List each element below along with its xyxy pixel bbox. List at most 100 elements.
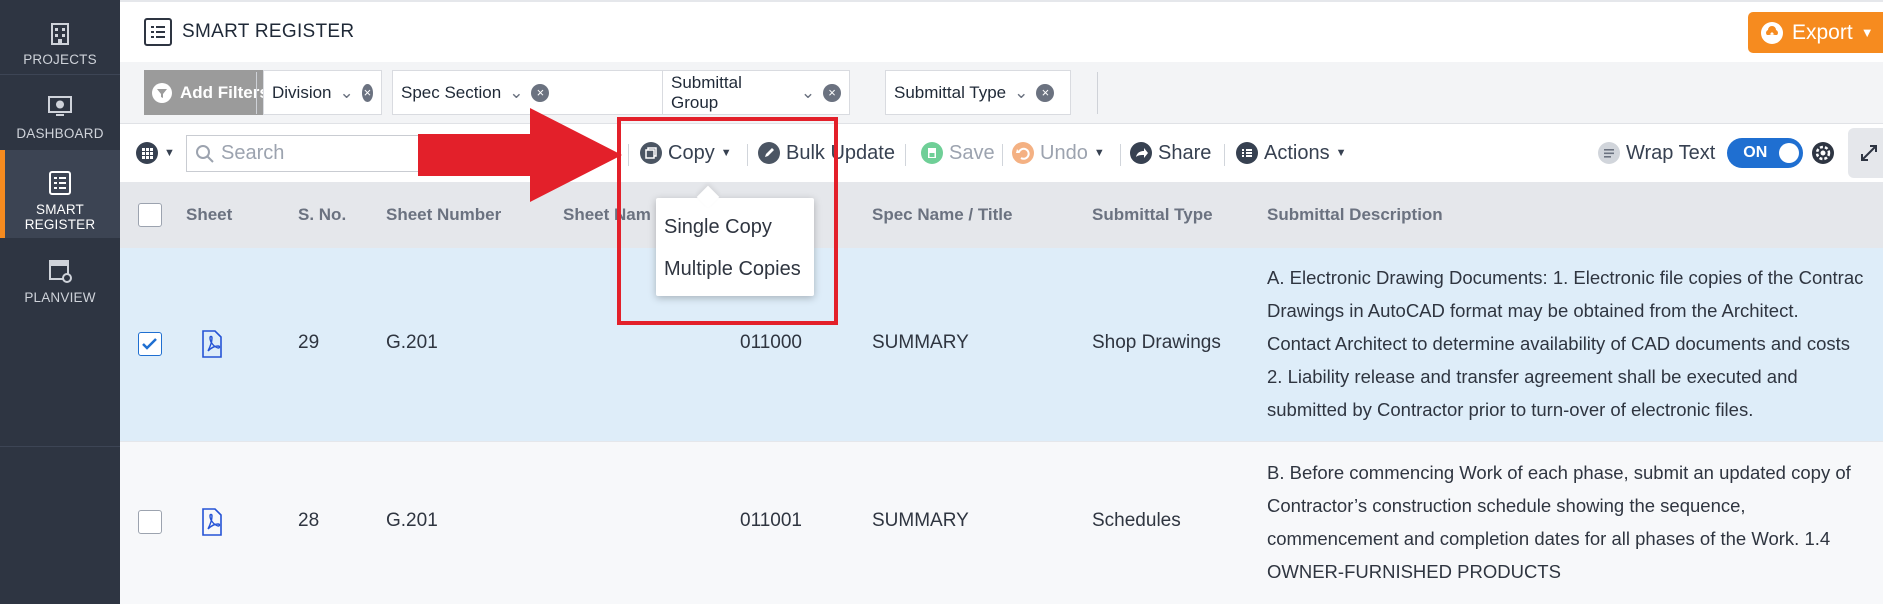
sidebar: PROJECTS DASHBOARD SMART REGISTER PLANVI…	[0, 0, 120, 604]
cell-sno: 28	[298, 510, 320, 531]
divider	[1097, 72, 1098, 114]
cell-submittal-description: A. Electronic Drawing Documents: 1. Elec…	[1267, 267, 1864, 420]
clear-filter-icon[interactable]: ×	[361, 83, 373, 102]
cell-submittal-type: Schedules	[1092, 510, 1181, 531]
filter-chip-label: Submittal Group	[671, 72, 742, 112]
wrap-text-label: Wrap Text	[1626, 141, 1716, 164]
sidebar-item-dashboard[interactable]: DASHBOARD	[0, 74, 120, 162]
save-button[interactable]: Save	[921, 124, 995, 182]
sidebar-divider	[0, 446, 120, 447]
undo-label: Undo	[1040, 141, 1088, 164]
chevron-down-icon: ⌄	[1014, 82, 1029, 102]
export-button[interactable]: Export ▼	[1748, 12, 1883, 53]
row-checkbox[interactable]	[138, 510, 162, 534]
clear-filter-icon[interactable]: ×	[531, 83, 550, 102]
divider	[1224, 144, 1225, 166]
search-input[interactable]: Search	[186, 135, 424, 172]
app-root: PROJECTS DASHBOARD SMART REGISTER PLANVI…	[0, 0, 1883, 604]
table-header: Sheet S. No. Sheet Number Sheet Nam Spec…	[120, 182, 1883, 248]
filter-chip-submittal-type[interactable]: Submittal Type ⌄ ×	[885, 70, 1071, 115]
plan-layers-icon	[49, 260, 72, 283]
filter-bar: Add Filters ⌄ Division ⌄ × Spec Section …	[120, 62, 1883, 124]
page-title: SMART REGISTER	[182, 21, 355, 42]
table-row[interactable]: 28 G.201 011001 SUMMARY Schedules B. Bef…	[120, 441, 1883, 604]
filter-chip-submittal-group[interactable]: Submittal Group ⌄ ×	[662, 70, 850, 115]
cell-sheet-number: G.201	[386, 332, 438, 353]
column-header-submittal-description[interactable]: Submittal Description	[1267, 182, 1443, 248]
divider	[1002, 144, 1003, 166]
toolbar: ▼ Search te Copy ▼ Bulk Update Save	[120, 124, 1883, 182]
actions-dropdown-button[interactable]: Actions ▼	[1236, 124, 1346, 182]
divider	[905, 144, 906, 166]
table-row[interactable]: 29 G.201 011000 SUMMARY Shop Drawings A.…	[120, 248, 1883, 441]
undo-icon	[1012, 142, 1034, 164]
cell-spec-name: SUMMARY	[872, 332, 969, 353]
monitor-chart-icon	[48, 96, 72, 116]
register-title-icon	[144, 18, 172, 46]
chevron-down-icon: ⌄	[509, 82, 524, 102]
list-register-icon	[49, 171, 71, 195]
search-icon	[196, 144, 214, 163]
wrap-text-icon	[1598, 142, 1620, 164]
cell-spec-section: 011000	[740, 332, 802, 353]
filter-chip-label: Division	[272, 82, 332, 102]
column-header-submittal-type[interactable]: Submittal Type	[1092, 182, 1213, 248]
filter-chip-division[interactable]: Division ⌄ ×	[263, 70, 382, 115]
share-icon	[1130, 142, 1152, 164]
divider	[256, 72, 257, 114]
save-label: Save	[949, 141, 995, 164]
chevron-down-icon: ⌄	[339, 82, 354, 102]
toggle-state-label: ON	[1743, 144, 1768, 161]
export-label: Export	[1792, 20, 1853, 44]
cell-spec-section: 011001	[740, 510, 802, 531]
header-bar: SMART REGISTER Export ▼	[120, 0, 1883, 62]
filter-chip-label: Submittal Type	[894, 82, 1007, 102]
caret-down-icon: ▼	[164, 147, 175, 159]
column-header-sheet[interactable]: Sheet	[186, 182, 232, 248]
undo-button[interactable]: Undo ▼	[1012, 124, 1105, 182]
building-icon	[51, 23, 69, 45]
sidebar-item-planview[interactable]: PLANVIEW	[0, 238, 120, 326]
cloud-upload-icon	[1761, 21, 1783, 44]
expand-button[interactable]	[1848, 128, 1883, 178]
pdf-icon[interactable]	[200, 330, 224, 358]
red-arrow-annotation	[418, 108, 622, 202]
cell-sno: 29	[298, 332, 320, 353]
share-label: Share	[1158, 141, 1212, 164]
caret-down-icon: ▼	[1093, 147, 1105, 159]
column-grid-menu[interactable]: ▼	[136, 124, 175, 182]
actions-label: Actions	[1264, 141, 1330, 164]
wrap-text-control: Wrap Text ON	[1598, 124, 1835, 182]
caret-down-icon: ▼	[1335, 147, 1347, 159]
sidebar-item-label: DASHBOARD	[16, 126, 104, 141]
divider	[1120, 144, 1121, 166]
sidebar-item-label: SMART REGISTER	[24, 202, 96, 232]
chevron-down-icon: ⌄	[800, 82, 816, 102]
column-header-sno[interactable]: S. No.	[298, 182, 346, 248]
wrap-text-toggle[interactable]: ON	[1727, 138, 1804, 168]
sidebar-item-label: PROJECTS	[23, 52, 97, 67]
gear-icon[interactable]	[1811, 141, 1835, 165]
expand-icon	[1861, 145, 1877, 161]
caret-down-icon: ▼	[1860, 25, 1874, 40]
clear-filter-icon[interactable]: ×	[1036, 83, 1055, 102]
save-icon	[921, 142, 943, 164]
share-button[interactable]: Share	[1130, 124, 1211, 182]
cell-spec-name: SUMMARY	[872, 510, 969, 531]
cell-submittal-type: Shop Drawings	[1092, 332, 1221, 353]
cell-submittal-description: B. Before commencing Work of each phase,…	[1267, 462, 1851, 582]
row-checkbox[interactable]	[138, 332, 162, 356]
search-placeholder: Search	[221, 142, 285, 164]
column-header-spec-name[interactable]: Spec Name / Title	[872, 182, 1012, 248]
pdf-icon[interactable]	[200, 508, 224, 536]
sidebar-item-smart-register[interactable]: SMART REGISTER	[0, 150, 120, 238]
sidebar-item-label: PLANVIEW	[24, 290, 96, 305]
select-all-checkbox[interactable]	[138, 203, 162, 227]
highlight-box	[617, 117, 838, 325]
filter-chip-label: Spec Section	[401, 82, 502, 102]
toggle-knob	[1779, 143, 1800, 163]
cell-sheet-number: G.201	[386, 510, 438, 531]
page-title-group: SMART REGISTER	[144, 18, 354, 46]
clear-filter-icon[interactable]: ×	[823, 83, 841, 102]
grid-icon	[136, 142, 158, 164]
